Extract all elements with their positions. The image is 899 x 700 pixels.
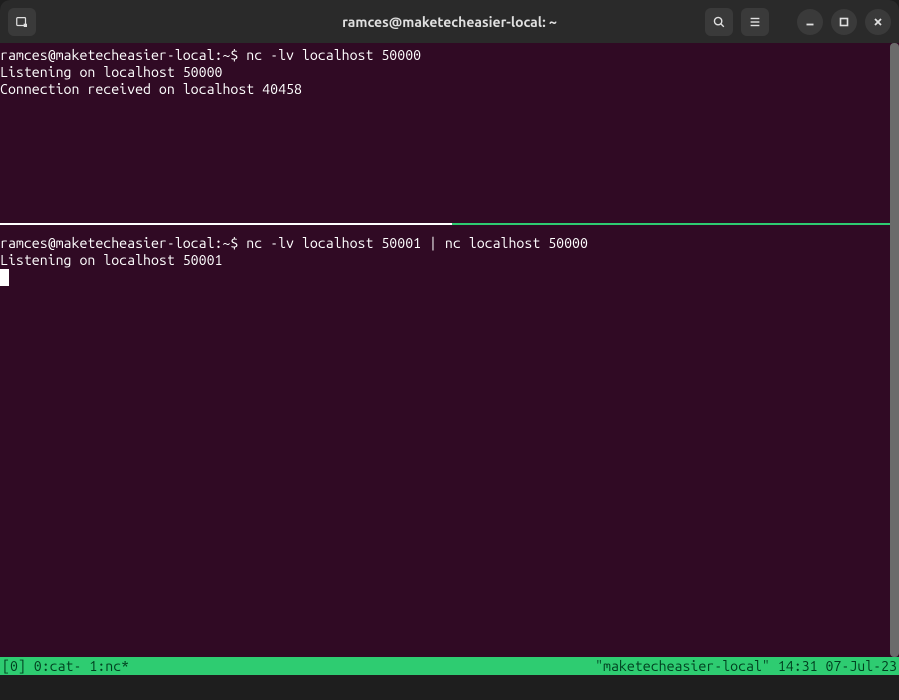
close-icon	[872, 16, 884, 28]
menu-button[interactable]	[741, 8, 769, 36]
scrollbar[interactable]	[890, 43, 899, 675]
scrollbar-thumb[interactable]	[890, 43, 899, 657]
search-icon	[712, 15, 726, 29]
output-line: Listening on localhost 50000	[0, 64, 222, 80]
shell-command: nc -lv localhost 50001 | nc localhost 50…	[246, 235, 588, 251]
titlebar-left	[8, 8, 36, 36]
gnome-terminal-window: ramces@maketecheasier-local: ~	[0, 0, 899, 700]
new-tab-icon	[15, 15, 29, 29]
titlebar-right	[705, 8, 891, 36]
window-title: ramces@maketecheasier-local: ~	[342, 14, 557, 30]
tmux-status-left: [0] 0:cat- 1:nc*	[2, 657, 129, 675]
maximize-button[interactable]	[831, 9, 857, 35]
output-line: Listening on localhost 50001	[0, 252, 222, 268]
close-button[interactable]	[865, 9, 891, 35]
search-button[interactable]	[705, 8, 733, 36]
divider-inactive-segment	[0, 223, 452, 225]
shell-prompt: ramces@maketecheasier-local:~$	[0, 235, 246, 251]
terminal-area[interactable]: ramces@maketecheasier-local:~$ nc -lv lo…	[0, 43, 899, 675]
tmux-pane-top[interactable]: ramces@maketecheasier-local:~$ nc -lv lo…	[0, 43, 890, 223]
tmux-pane-bottom[interactable]: ramces@maketecheasier-local:~$ nc -lv lo…	[0, 231, 890, 286]
minimize-button[interactable]	[797, 9, 823, 35]
new-tab-button[interactable]	[8, 8, 36, 36]
output-line: Connection received on localhost 40458	[0, 81, 302, 97]
minimize-icon	[804, 16, 816, 28]
shell-prompt: ramces@maketecheasier-local:~$	[0, 47, 246, 63]
hamburger-icon	[748, 15, 762, 29]
shell-command: nc -lv localhost 50000	[246, 47, 421, 63]
tmux-status-right: "maketecheasier-local" 14:31 07-Jul-23	[595, 657, 897, 675]
titlebar: ramces@maketecheasier-local: ~	[0, 0, 899, 43]
tmux-pane-divider[interactable]	[0, 223, 890, 225]
tmux-statusbar: [0] 0:cat- 1:nc* "maketecheasier-local" …	[0, 657, 899, 675]
terminal-cursor	[0, 269, 9, 286]
maximize-icon	[838, 16, 850, 28]
divider-active-segment	[452, 223, 890, 225]
